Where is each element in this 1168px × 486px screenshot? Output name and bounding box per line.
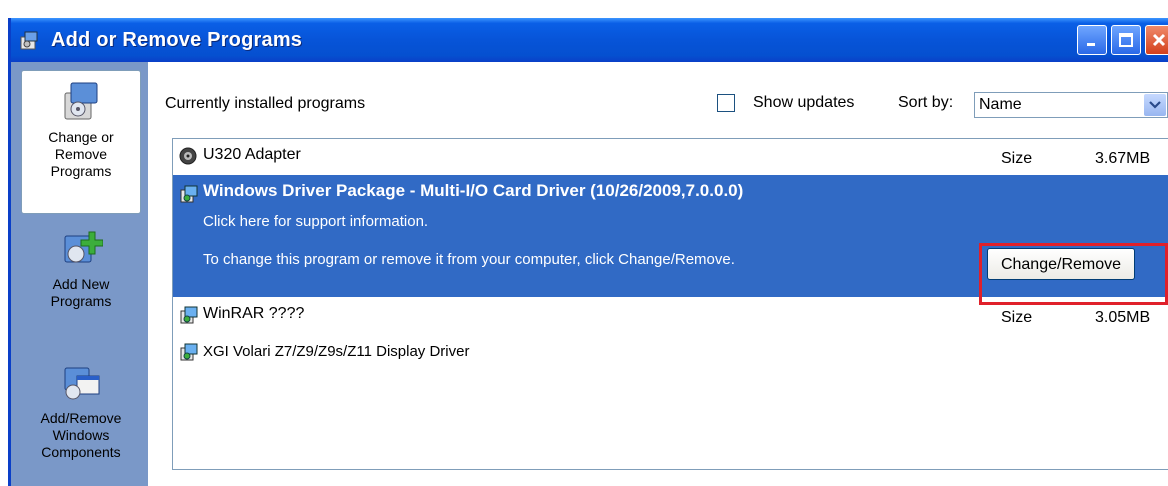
close-icon	[1152, 33, 1165, 47]
chevron-down-icon	[1149, 101, 1161, 109]
sort-by-label: Sort by:	[898, 94, 954, 111]
sidebar: Change or Remove Programs Add New Progra…	[11, 62, 148, 486]
sidebar-label: Change or	[48, 129, 114, 145]
show-updates-checkbox[interactable]	[717, 94, 735, 112]
minimize-icon	[1087, 43, 1095, 46]
window-title: Add or Remove Programs	[51, 28, 303, 51]
support-info-link[interactable]: Click here for support information.	[203, 213, 428, 230]
maximize-icon	[1119, 33, 1133, 47]
program-name: XGI Volari Z7/Z9/Z9s/Z11 Display Driver	[203, 343, 470, 360]
sort-by-value: Name	[979, 96, 1022, 113]
sidebar-label: Add New	[52, 276, 110, 292]
program-size-label: Size	[1001, 309, 1033, 326]
close-button[interactable]	[1145, 25, 1168, 55]
sidebar-label: Add/Remove	[40, 410, 122, 426]
change-remove-highlight-box	[979, 243, 1168, 305]
title-bar[interactable]: Add or Remove Programs	[11, 18, 1168, 62]
sidebar-item-add-remove-windows-components[interactable]: Add/Remove Windows Components	[21, 360, 141, 461]
program-size-label: Size	[1001, 150, 1033, 167]
add-remove-programs-icon	[20, 31, 38, 50]
show-updates-toggle[interactable]: Show updates	[699, 94, 854, 112]
windows-components-icon	[64, 367, 100, 400]
program-size-value: 3.05MB	[1095, 309, 1151, 326]
sort-dropdown-button[interactable]	[1144, 94, 1166, 116]
sidebar-label: Programs	[50, 293, 112, 309]
sort-by-select[interactable]: Name	[974, 92, 1168, 118]
disc-icon	[179, 147, 197, 165]
minimize-button[interactable]	[1077, 25, 1107, 55]
sidebar-label: Components	[41, 444, 121, 460]
maximize-button[interactable]	[1111, 25, 1141, 55]
change-remove-instructions: To change this program or remove it from…	[203, 251, 735, 268]
program-name: U320 Adapter	[203, 146, 301, 163]
window-controls	[1077, 25, 1168, 55]
installer-package-icon	[180, 306, 198, 324]
program-row-xgi-volari-driver[interactable]: XGI Volari Z7/Z9/Z9s/Z11 Display Driver	[173, 333, 1168, 367]
program-row-u320-adapter[interactable]: U320 Adapter Size 3.67MB	[173, 143, 1168, 175]
sidebar-item-add-new-programs[interactable]: Add New Programs	[21, 226, 141, 310]
program-name: WinRAR ????	[203, 305, 305, 322]
installer-package-icon	[180, 185, 198, 203]
installer-package-icon	[180, 343, 198, 361]
sidebar-label: Programs	[50, 163, 112, 179]
sidebar-label: Remove	[54, 146, 108, 162]
installed-programs-label: Currently installed programs	[165, 95, 366, 112]
sidebar-item-change-remove-programs[interactable]: Change or Remove Programs	[21, 70, 141, 214]
add-new-programs-icon	[64, 231, 103, 263]
program-size-value: 3.67MB	[1095, 150, 1151, 167]
sidebar-label: Windows	[52, 427, 110, 443]
show-updates-label: Show updates	[753, 94, 855, 111]
program-name: Windows Driver Package - Multi-I/O Card …	[203, 181, 744, 200]
change-remove-programs-icon	[64, 82, 98, 120]
